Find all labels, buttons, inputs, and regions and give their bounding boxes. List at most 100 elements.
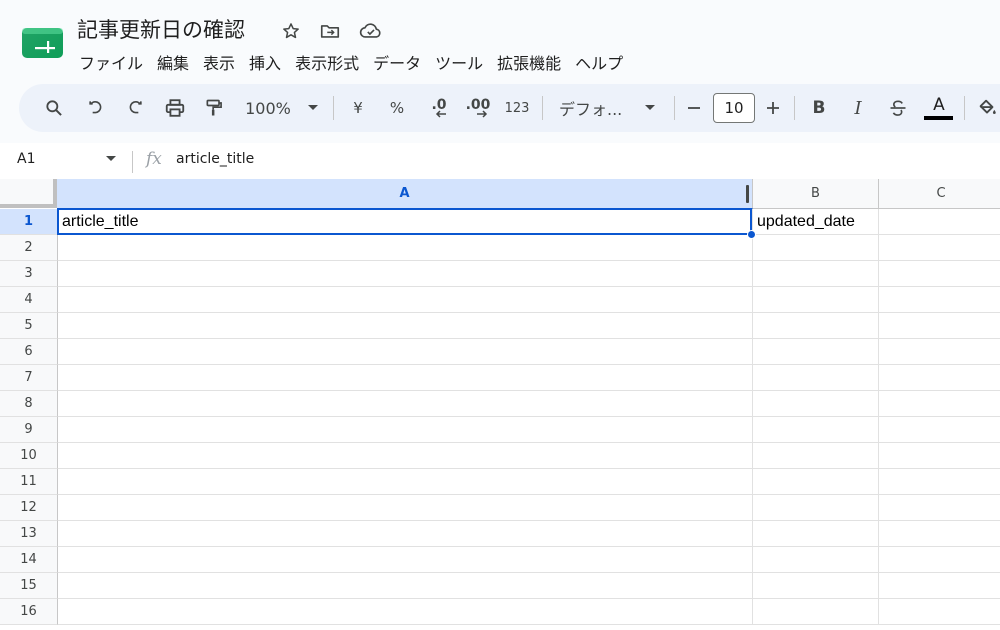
row-header-9[interactable]: 9 bbox=[0, 417, 58, 443]
font-size-input[interactable]: 10 bbox=[713, 93, 755, 123]
cell-a7[interactable] bbox=[58, 365, 753, 391]
font-family-select[interactable]: デフォ... bbox=[559, 84, 637, 132]
row-header-11[interactable]: 11 bbox=[0, 469, 58, 495]
redo-icon[interactable] bbox=[122, 84, 148, 132]
cell-a9[interactable] bbox=[58, 417, 753, 443]
cell-c4[interactable] bbox=[879, 287, 1000, 313]
fill-handle[interactable] bbox=[747, 230, 756, 239]
cell-a3[interactable] bbox=[58, 261, 753, 287]
row-header-7[interactable]: 7 bbox=[0, 365, 58, 391]
cell-b2[interactable] bbox=[753, 235, 879, 261]
row-header-3[interactable]: 3 bbox=[0, 261, 58, 287]
name-box-dropdown-icon[interactable] bbox=[106, 156, 116, 162]
cell-c11[interactable] bbox=[879, 469, 1000, 495]
cell-c2[interactable] bbox=[879, 235, 1000, 261]
cell-a11[interactable] bbox=[58, 469, 753, 495]
cell-b10[interactable] bbox=[753, 443, 879, 469]
menu-tools[interactable]: ツール bbox=[428, 48, 490, 74]
cell-c7[interactable] bbox=[879, 365, 1000, 391]
cell-b14[interactable] bbox=[753, 547, 879, 573]
cell-b11[interactable] bbox=[753, 469, 879, 495]
menu-edit[interactable]: 編集 bbox=[150, 48, 196, 74]
currency-format-button[interactable]: ¥ bbox=[348, 84, 368, 132]
menu-view[interactable]: 表示 bbox=[196, 48, 242, 74]
cell-b8[interactable] bbox=[753, 391, 879, 417]
cell-b15[interactable] bbox=[753, 573, 879, 599]
italic-button[interactable]: I bbox=[846, 84, 870, 132]
row-header-1[interactable]: 1 bbox=[0, 209, 58, 235]
cell-c13[interactable] bbox=[879, 521, 1000, 547]
zoom-dropdown-icon[interactable] bbox=[304, 84, 322, 132]
cell-c5[interactable] bbox=[879, 313, 1000, 339]
row-header-6[interactable]: 6 bbox=[0, 339, 58, 365]
menu-data[interactable]: データ bbox=[366, 48, 428, 74]
paint-format-icon[interactable] bbox=[201, 84, 227, 132]
row-header-2[interactable]: 2 bbox=[0, 235, 58, 261]
cell-a12[interactable] bbox=[58, 495, 753, 521]
name-box[interactable]: A1 bbox=[17, 151, 35, 167]
cell-b6[interactable] bbox=[753, 339, 879, 365]
sheets-logo-icon[interactable] bbox=[22, 28, 63, 58]
number-format-button[interactable]: 123 bbox=[502, 84, 532, 132]
row-header-5[interactable]: 5 bbox=[0, 313, 58, 339]
column-header-a[interactable]: A bbox=[57, 179, 753, 209]
menu-file[interactable]: ファイル bbox=[72, 48, 150, 74]
cell-a1[interactable]: article_title bbox=[58, 209, 753, 235]
cell-a5[interactable] bbox=[58, 313, 753, 339]
move-folder-icon[interactable] bbox=[318, 19, 342, 43]
cell-a15[interactable] bbox=[58, 573, 753, 599]
decrease-decimal-button[interactable]: .0 bbox=[423, 84, 455, 132]
cell-c6[interactable] bbox=[879, 339, 1000, 365]
cell-b9[interactable] bbox=[753, 417, 879, 443]
cell-c14[interactable] bbox=[879, 547, 1000, 573]
undo-icon[interactable] bbox=[83, 84, 109, 132]
bold-button[interactable]: B bbox=[807, 84, 831, 132]
increase-decimal-button[interactable]: .00 bbox=[462, 84, 494, 132]
cell-a8[interactable] bbox=[58, 391, 753, 417]
cell-a13[interactable] bbox=[58, 521, 753, 547]
strikethrough-icon[interactable] bbox=[886, 84, 910, 132]
decrease-font-size-icon[interactable] bbox=[683, 84, 705, 132]
menu-insert[interactable]: 挿入 bbox=[242, 48, 288, 74]
column-header-c[interactable]: C bbox=[879, 179, 1000, 209]
row-header-15[interactable]: 15 bbox=[0, 573, 58, 599]
cell-a4[interactable] bbox=[58, 287, 753, 313]
search-menus-icon[interactable] bbox=[41, 84, 67, 132]
row-header-4[interactable]: 4 bbox=[0, 287, 58, 313]
print-icon[interactable] bbox=[162, 84, 188, 132]
menu-help[interactable]: ヘルプ bbox=[568, 48, 630, 74]
menu-extensions[interactable]: 拡張機能 bbox=[490, 48, 568, 74]
zoom-select[interactable]: 100% bbox=[240, 84, 296, 132]
column-resize-handle[interactable] bbox=[746, 185, 749, 203]
cell-a10[interactable] bbox=[58, 443, 753, 469]
percent-format-button[interactable]: % bbox=[386, 84, 408, 132]
text-color-button[interactable]: A bbox=[924, 84, 954, 132]
cell-b12[interactable] bbox=[753, 495, 879, 521]
cell-c10[interactable] bbox=[879, 443, 1000, 469]
row-header-12[interactable]: 12 bbox=[0, 495, 58, 521]
cell-c9[interactable] bbox=[879, 417, 1000, 443]
cell-b16[interactable] bbox=[753, 599, 879, 625]
column-header-b[interactable]: B bbox=[753, 179, 879, 209]
cell-a16[interactable] bbox=[58, 599, 753, 625]
cell-c1[interactable] bbox=[879, 209, 1000, 235]
cell-b7[interactable] bbox=[753, 365, 879, 391]
document-title[interactable]: 記事更新日の確認 bbox=[77, 14, 245, 44]
cell-c12[interactable] bbox=[879, 495, 1000, 521]
row-header-16[interactable]: 16 bbox=[0, 599, 58, 625]
cell-a2[interactable] bbox=[58, 235, 753, 261]
cell-b1[interactable]: updated_date bbox=[753, 209, 879, 235]
increase-font-size-icon[interactable] bbox=[762, 84, 784, 132]
star-icon[interactable] bbox=[279, 19, 303, 43]
fill-color-icon[interactable] bbox=[974, 84, 1000, 132]
cell-a6[interactable] bbox=[58, 339, 753, 365]
formula-input[interactable]: article_title bbox=[176, 151, 254, 167]
font-dropdown-icon[interactable] bbox=[641, 84, 659, 132]
cell-b4[interactable] bbox=[753, 287, 879, 313]
cell-c3[interactable] bbox=[879, 261, 1000, 287]
menu-format[interactable]: 表示形式 bbox=[288, 48, 366, 74]
cell-b5[interactable] bbox=[753, 313, 879, 339]
row-header-8[interactable]: 8 bbox=[0, 391, 58, 417]
cell-c15[interactable] bbox=[879, 573, 1000, 599]
cell-a14[interactable] bbox=[58, 547, 753, 573]
